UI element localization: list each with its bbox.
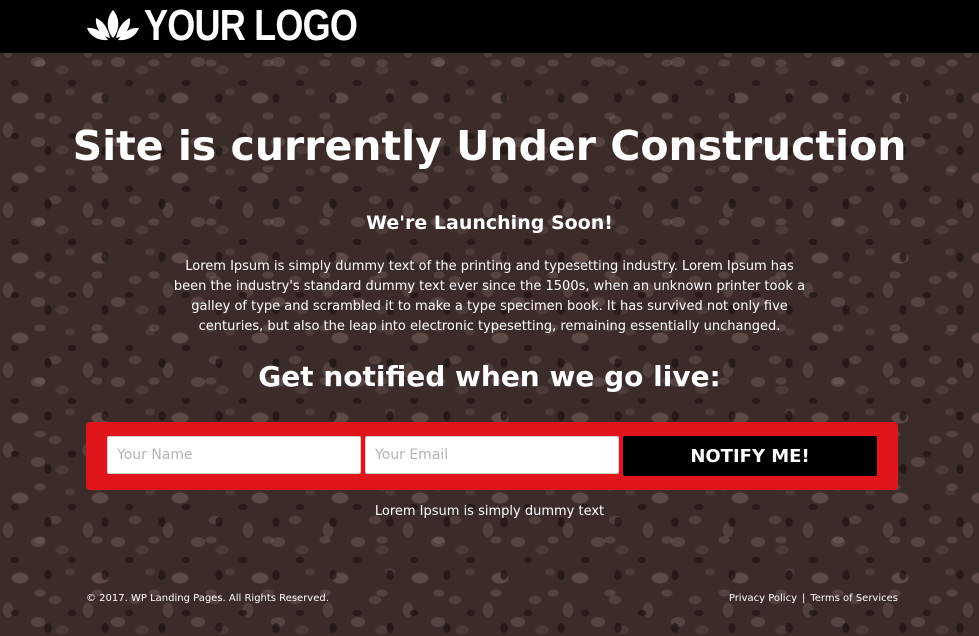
footer-separator: | [802,593,806,604]
notify-button[interactable]: NOTIFY ME! [623,436,877,476]
lotus-icon [87,10,139,41]
form-note: Lorem Ipsum is simply dummy text [374,504,605,519]
logo-text: YOUR LOGO [144,1,358,50]
launch-subtitle: We're Launching Soon! [366,212,613,234]
copyright-text: © 2017. WP Landing Pages. All Rights Res… [86,593,329,604]
privacy-policy-link[interactable]: Privacy Policy [729,593,797,604]
signup-form: NOTIFY ME! [86,422,898,490]
notify-heading: Get notified when we go live: [258,360,721,393]
header-bar: YOUR LOGO [0,0,979,53]
page-title: Site is currently Under Construction [72,122,907,170]
footer-links: Privacy Policy | Terms of Services [729,593,898,604]
terms-link[interactable]: Terms of Services [810,593,898,604]
description-text: Lorem Ipsum is simply dummy text of the … [173,259,806,334]
email-input[interactable] [365,436,619,474]
name-input[interactable] [107,436,361,474]
logo[interactable]: YOUR LOGO [86,4,404,48]
